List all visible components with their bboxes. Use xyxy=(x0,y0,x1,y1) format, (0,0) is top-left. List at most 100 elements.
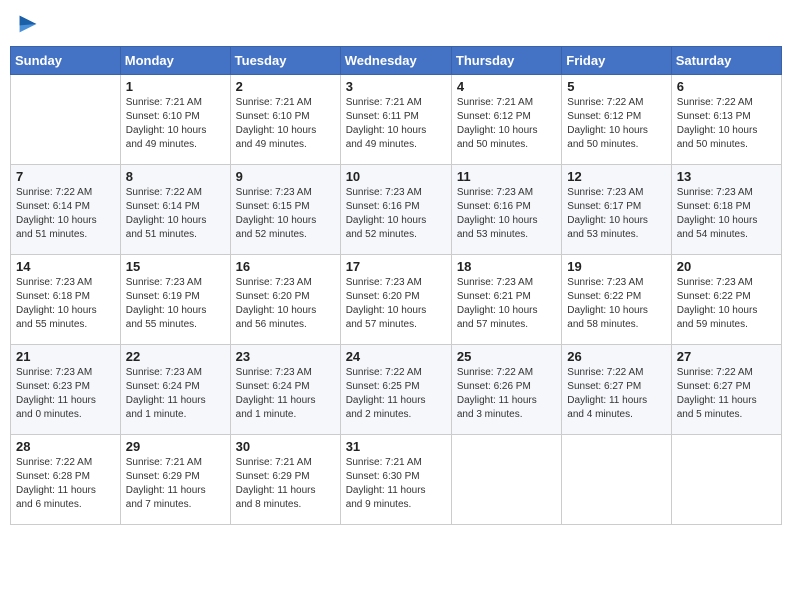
day-info: Sunrise: 7:23 AM Sunset: 6:20 PM Dayligh… xyxy=(346,276,446,332)
calendar-cell: 29 Sunrise: 7:21 AM Sunset: 6:29 PM Dayli… xyxy=(120,435,230,525)
day-number: 20 xyxy=(677,259,776,274)
calendar-cell: 6 Sunrise: 7:22 AM Sunset: 6:13 PM Daylig… xyxy=(671,75,781,165)
day-info: Sunrise: 7:23 AM Sunset: 6:15 PM Dayligh… xyxy=(236,186,335,242)
day-number: 18 xyxy=(457,259,556,274)
day-number: 10 xyxy=(346,169,446,184)
day-info: Sunrise: 7:23 AM Sunset: 6:24 PM Dayligh… xyxy=(126,366,225,422)
calendar-cell: 14Sunrise: 7:23 AM Sunset: 6:18 PM Dayli… xyxy=(11,255,121,345)
day-info: Sunrise: 7:23 AM Sunset: 6:22 PM Dayligh… xyxy=(567,276,665,332)
day-number: 1 xyxy=(126,79,225,94)
calendar-cell: 16 Sunrise: 7:23 AM Sunset: 6:20 PM Dayli… xyxy=(230,255,340,345)
day-info: Sunrise: 7:21 AM Sunset: 6:10 PM Dayligh… xyxy=(126,96,225,152)
day-of-week-header: Tuesday xyxy=(230,47,340,75)
day-info: Sunrise: 7:22 AM Sunset: 6:14 PM Dayligh… xyxy=(16,186,115,242)
day-info: Sunrise: 7:22 AM Sunset: 6:25 PM Dayligh… xyxy=(346,366,446,422)
day-info: Sunrise: 7:23 AM Sunset: 6:17 PM Dayligh… xyxy=(567,186,665,242)
day-info: Sunrise: 7:23 AM Sunset: 6:23 PM Dayligh… xyxy=(16,366,115,422)
calendar-cell: 13 Sunrise: 7:23 AM Sunset: 6:18 PM Dayli… xyxy=(671,165,781,255)
calendar-cell: 25 Sunrise: 7:22 AM Sunset: 6:26 PM Dayli… xyxy=(451,345,561,435)
day-number: 19 xyxy=(567,259,665,274)
calendar-cell: 2 Sunrise: 7:21 AM Sunset: 6:10 PM Daylig… xyxy=(230,75,340,165)
day-number: 17 xyxy=(346,259,446,274)
day-info: Sunrise: 7:22 AM Sunset: 6:27 PM Dayligh… xyxy=(567,366,665,422)
day-number: 15 xyxy=(126,259,225,274)
day-info: Sunrise: 7:22 AM Sunset: 6:26 PM Dayligh… xyxy=(457,366,556,422)
calendar-cell: 3 Sunrise: 7:21 AM Sunset: 6:11 PM Daylig… xyxy=(340,75,451,165)
calendar-cell: 15 Sunrise: 7:23 AM Sunset: 6:19 PM Dayli… xyxy=(120,255,230,345)
day-info: Sunrise: 7:22 AM Sunset: 6:27 PM Dayligh… xyxy=(677,366,776,422)
day-number: 26 xyxy=(567,349,665,364)
calendar-cell: 10 Sunrise: 7:23 AM Sunset: 6:16 PM Dayli… xyxy=(340,165,451,255)
calendar-cell: 22 Sunrise: 7:23 AM Sunset: 6:24 PM Dayli… xyxy=(120,345,230,435)
day-info: Sunrise: 7:23 AM Sunset: 6:21 PM Dayligh… xyxy=(457,276,556,332)
calendar-cell: 9 Sunrise: 7:23 AM Sunset: 6:15 PM Daylig… xyxy=(230,165,340,255)
day-number: 24 xyxy=(346,349,446,364)
day-number: 28 xyxy=(16,439,115,454)
day-info: Sunrise: 7:21 AM Sunset: 6:30 PM Dayligh… xyxy=(346,456,446,512)
logo-icon xyxy=(14,10,42,38)
day-of-week-header: Saturday xyxy=(671,47,781,75)
day-number: 8 xyxy=(126,169,225,184)
calendar-cell: 20 Sunrise: 7:23 AM Sunset: 6:22 PM Dayli… xyxy=(671,255,781,345)
calendar-week-row: 28 Sunrise: 7:22 AM Sunset: 6:28 PM Dayli… xyxy=(11,435,782,525)
day-number: 27 xyxy=(677,349,776,364)
day-info: Sunrise: 7:22 AM Sunset: 6:28 PM Dayligh… xyxy=(16,456,115,512)
day-info: Sunrise: 7:22 AM Sunset: 6:12 PM Dayligh… xyxy=(567,96,665,152)
calendar-cell: 11Sunrise: 7:23 AM Sunset: 6:16 PM Dayli… xyxy=(451,165,561,255)
calendar-cell: 8 Sunrise: 7:22 AM Sunset: 6:14 PM Daylig… xyxy=(120,165,230,255)
day-number: 21 xyxy=(16,349,115,364)
day-info: Sunrise: 7:23 AM Sunset: 6:24 PM Dayligh… xyxy=(236,366,335,422)
day-number: 13 xyxy=(677,169,776,184)
page-header xyxy=(10,10,782,38)
calendar-cell: 26 Sunrise: 7:22 AM Sunset: 6:27 PM Dayli… xyxy=(562,345,671,435)
day-info: Sunrise: 7:23 AM Sunset: 6:18 PM Dayligh… xyxy=(677,186,776,242)
day-number: 3 xyxy=(346,79,446,94)
calendar-cell: 18 Sunrise: 7:23 AM Sunset: 6:21 PM Dayli… xyxy=(451,255,561,345)
logo xyxy=(14,10,46,38)
day-info: Sunrise: 7:21 AM Sunset: 6:29 PM Dayligh… xyxy=(236,456,335,512)
calendar-cell: 4 Sunrise: 7:21 AM Sunset: 6:12 PM Daylig… xyxy=(451,75,561,165)
day-info: Sunrise: 7:23 AM Sunset: 6:22 PM Dayligh… xyxy=(677,276,776,332)
day-number: 6 xyxy=(677,79,776,94)
day-info: Sunrise: 7:21 AM Sunset: 6:11 PM Dayligh… xyxy=(346,96,446,152)
day-number: 7 xyxy=(16,169,115,184)
calendar-header-row: SundayMondayTuesdayWednesdayThursdayFrid… xyxy=(11,47,782,75)
calendar-cell xyxy=(11,75,121,165)
calendar-cell: 24 Sunrise: 7:22 AM Sunset: 6:25 PM Dayli… xyxy=(340,345,451,435)
day-info: Sunrise: 7:22 AM Sunset: 6:13 PM Dayligh… xyxy=(677,96,776,152)
day-info: Sunrise: 7:23 AM Sunset: 6:20 PM Dayligh… xyxy=(236,276,335,332)
day-number: 25 xyxy=(457,349,556,364)
day-number: 14 xyxy=(16,259,115,274)
day-number: 29 xyxy=(126,439,225,454)
day-number: 22 xyxy=(126,349,225,364)
calendar-cell: 7 Sunrise: 7:22 AM Sunset: 6:14 PM Daylig… xyxy=(11,165,121,255)
calendar-cell: 12 Sunrise: 7:23 AM Sunset: 6:17 PM Dayli… xyxy=(562,165,671,255)
calendar-week-row: 1 Sunrise: 7:21 AM Sunset: 6:10 PM Daylig… xyxy=(11,75,782,165)
calendar-cell: 23Sunrise: 7:23 AM Sunset: 6:24 PM Dayli… xyxy=(230,345,340,435)
calendar-cell: 1 Sunrise: 7:21 AM Sunset: 6:10 PM Daylig… xyxy=(120,75,230,165)
day-number: 9 xyxy=(236,169,335,184)
day-info: Sunrise: 7:21 AM Sunset: 6:12 PM Dayligh… xyxy=(457,96,556,152)
day-number: 16 xyxy=(236,259,335,274)
calendar-cell: 21 Sunrise: 7:23 AM Sunset: 6:23 PM Dayli… xyxy=(11,345,121,435)
day-info: Sunrise: 7:23 AM Sunset: 6:16 PM Dayligh… xyxy=(346,186,446,242)
calendar-cell: 17 Sunrise: 7:23 AM Sunset: 6:20 PM Dayli… xyxy=(340,255,451,345)
day-number: 2 xyxy=(236,79,335,94)
day-info: Sunrise: 7:23 AM Sunset: 6:19 PM Dayligh… xyxy=(126,276,225,332)
calendar-cell xyxy=(671,435,781,525)
calendar-cell: 27 Sunrise: 7:22 AM Sunset: 6:27 PM Dayli… xyxy=(671,345,781,435)
calendar-cell xyxy=(451,435,561,525)
day-number: 30 xyxy=(236,439,335,454)
day-info: Sunrise: 7:21 AM Sunset: 6:10 PM Dayligh… xyxy=(236,96,335,152)
day-info: Sunrise: 7:22 AM Sunset: 6:14 PM Dayligh… xyxy=(126,186,225,242)
day-number: 4 xyxy=(457,79,556,94)
calendar-cell: 19 Sunrise: 7:23 AM Sunset: 6:22 PM Dayli… xyxy=(562,255,671,345)
day-info: Sunrise: 7:21 AM Sunset: 6:29 PM Dayligh… xyxy=(126,456,225,512)
calendar-cell: 28 Sunrise: 7:22 AM Sunset: 6:28 PM Dayli… xyxy=(11,435,121,525)
day-info: Sunrise: 7:23 AM Sunset: 6:16 PM Dayligh… xyxy=(457,186,556,242)
calendar-week-row: 21 Sunrise: 7:23 AM Sunset: 6:23 PM Dayli… xyxy=(11,345,782,435)
calendar-cell: 5Sunrise: 7:22 AM Sunset: 6:12 PM Daylig… xyxy=(562,75,671,165)
day-of-week-header: Sunday xyxy=(11,47,121,75)
calendar-week-row: 14Sunrise: 7:23 AM Sunset: 6:18 PM Dayli… xyxy=(11,255,782,345)
day-number: 12 xyxy=(567,169,665,184)
